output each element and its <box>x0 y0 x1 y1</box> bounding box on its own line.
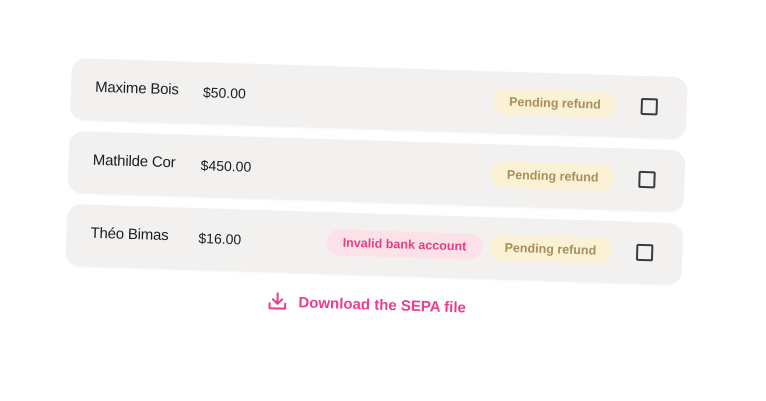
refund-amount: $450.00 <box>200 157 252 175</box>
refund-row: Mathilde Cor $450.00 Pending refund <box>67 130 686 213</box>
refund-amount: $16.00 <box>198 230 242 248</box>
customer-name: Théo Bimas <box>90 224 169 245</box>
row-checkbox[interactable] <box>635 243 654 262</box>
pending-refund-badge: Pending refund <box>488 234 613 265</box>
row-checkbox[interactable] <box>640 97 659 116</box>
row-checkbox[interactable] <box>638 170 656 189</box>
download-icon <box>266 290 289 313</box>
refund-amount: $50.00 <box>202 84 247 102</box>
invalid-bank-account-badge: Invalid bank account <box>326 229 483 260</box>
download-label: Download the SEPA file <box>298 293 467 316</box>
refund-widget: Maxime Bois $50.00 Pending refund Mathil… <box>0 0 766 401</box>
pending-refund-badge: Pending refund <box>490 161 615 192</box>
refund-row: Théo Bimas $16.00 Invalid bank account P… <box>65 203 684 286</box>
refund-list: Maxime Bois $50.00 Pending refund Mathil… <box>65 58 688 316</box>
pending-refund-badge: Pending refund <box>492 88 618 119</box>
customer-name: Maxime Bois <box>94 78 179 99</box>
customer-name: Mathilde Cor <box>92 151 176 172</box>
